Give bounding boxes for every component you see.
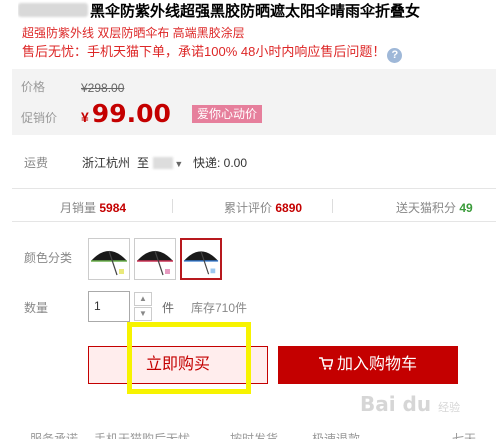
quantity-decrease-button[interactable]: ▼ [134,307,152,321]
service-item[interactable]: 按时发货 [230,430,278,439]
quantity-increase-button[interactable]: ▲ [134,292,152,306]
umbrella-thumbnail [137,250,173,276]
service-promise-label: 服务承诺 [30,432,79,439]
service-promise-strip: 服务承诺 手机天猫购后无忧 按时发货 极速退款 七天 [12,428,496,439]
quantity-input[interactable]: 1 [88,291,130,322]
original-price: ¥298.00 [81,81,125,95]
quantity-unit: 件 [162,301,175,315]
add-to-cart-label: 加入购物车 [336,356,417,373]
product-title-text: 黑伞防紫外线超强黑胶防晒遮太阳伞晴雨伞折叠女 [90,3,421,20]
service-note-text: 售后无忧：手机天猫下单，承诺100% 48小时内响应售后问题！ [22,44,386,59]
tmall-points-value: 49 [459,201,473,215]
shipping-origin: 浙江杭州 [82,156,131,170]
promo-price-value: 99.00 [91,99,171,128]
baidu-watermark: Bai du 经验 [360,392,460,416]
review-count[interactable]: 累计评价 6890 [224,199,302,216]
promo-price: ¥99.00 [81,99,171,128]
umbrella-thumbnail [183,251,219,275]
divider [332,199,333,213]
promo-price-label: 促销价 [21,111,58,125]
quantity-label: 数量 [24,301,49,315]
color-option-label: 颜色分类 [24,251,73,265]
monthly-sales: 月销量 5984 [60,199,126,216]
blurred-destination [153,157,174,169]
color-swatch-1[interactable] [88,238,130,280]
promo-tag: 爱你心动价 [192,105,263,123]
review-count-value: 6890 [275,201,303,215]
product-subtitle: 超强防紫外线 双层防晒伞布 高端黑胶涂层 [22,26,245,40]
tmall-points-label: 送天猫积分 [396,201,457,215]
monthly-sales-value: 5984 [99,201,127,215]
highlight-box [127,322,251,394]
divider [172,199,173,213]
service-item[interactable]: 手机天猫购后无忧 [94,430,190,439]
umbrella-thumbnail [91,250,127,276]
cart-icon [318,346,334,384]
currency-symbol: ¥ [81,109,89,125]
chevron-down-icon: ▼ [174,159,184,169]
shipping-label: 运费 [24,156,49,170]
monthly-sales-label: 月销量 [60,201,97,215]
tmall-points: 送天猫积分 49 [396,199,473,216]
service-note: 售后无忧：手机天猫下单，承诺100% 48小时内响应售后问题！? [22,41,403,63]
shipping-fee: 快递: 0.00 [193,156,248,170]
stock-count: 库存710件 [191,301,248,315]
original-price-label: 价格 [21,80,46,94]
watermark-sub: 经验 [438,401,461,414]
blurred-brand [18,3,88,17]
product-title: 黑伞防紫外线超强黑胶防晒遮太阳伞晴雨伞折叠女 [18,0,496,20]
price-panel: 价格 ¥298.00 促销价 ¥99.00 爱你心动价 [12,69,496,135]
service-item[interactable]: 极速退款 [312,430,360,439]
color-swatch-3-selected[interactable] [180,238,222,280]
help-icon[interactable]: ? [387,48,403,63]
add-to-cart-button[interactable]: 加入购物车 [278,346,458,384]
review-count-label: 累计评价 [224,201,273,215]
stats-bar: 月销量 5984 累计评价 6890 送天猫积分 49 [12,188,496,222]
color-swatch-2[interactable] [134,238,176,280]
watermark-text: Bai du [360,392,432,416]
service-item[interactable]: 七天 [452,430,476,439]
shipping-destination[interactable]: 至 ▼ [137,154,183,171]
shipping-to-label: 至 [137,156,150,170]
